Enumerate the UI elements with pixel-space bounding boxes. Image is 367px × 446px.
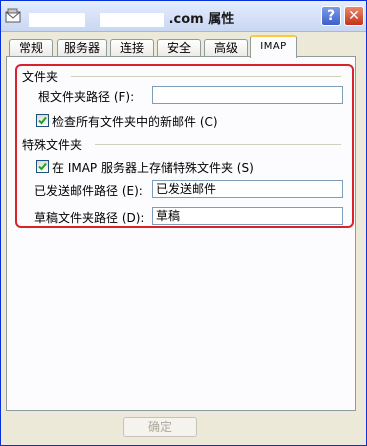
root-folder-path-label: 根文件夹路径 (F): [38,90,135,104]
sent-items-path-label: 已发送邮件路径 (E): [34,184,143,198]
drafts-path-label: 草稿文件夹路径 (D): [34,211,145,225]
ok-button[interactable]: 确定 [123,417,197,437]
window-title: .com 属性 [29,8,235,27]
folders-section-title: 文件夹 [22,70,59,84]
checkmark-icon [38,162,47,171]
tab-security[interactable]: 安全 [157,39,201,56]
redacted-domain [100,12,165,27]
sent-items-path-input[interactable]: 已发送邮件 [152,180,343,198]
help-button[interactable]: ? [321,6,341,26]
check-new-mail-checkbox[interactable] [36,114,49,127]
redacted-account [29,12,85,27]
help-icon: ? [326,8,336,24]
title-bar[interactable]: .com 属性 ? ✕ [1,1,366,32]
checkmark-icon [38,116,47,125]
store-special-folders-label[interactable]: 在 IMAP 服务器上存储特殊文件夹 (S) [52,159,254,176]
close-button[interactable]: ✕ [344,6,364,26]
properties-dialog: .com 属性 ? ✕ 常规 服务器 连接 安全 高级 IMAP 文件夹 根文件… [0,0,367,446]
tab-connection[interactable]: 连接 [110,39,154,56]
tab-advanced[interactable]: 高级 [204,39,248,56]
check-new-mail-label[interactable]: 检查所有文件夹中的新邮件 (C) [52,113,218,130]
tab-servers[interactable]: 服务器 [57,39,107,56]
mail-account-icon [5,8,23,24]
drafts-path-input[interactable]: 草稿 [152,207,343,225]
folders-section-divider [71,76,341,77]
tab-general[interactable]: 常规 [9,39,53,56]
store-special-folders-checkbox[interactable] [36,160,49,173]
special-folders-section-divider [95,144,341,145]
close-icon: ✕ [348,8,360,24]
tab-imap[interactable]: IMAP [250,35,297,58]
special-folders-section-title: 特殊文件夹 [22,138,83,152]
root-folder-path-input[interactable] [152,86,343,104]
window-title-suffix: .com 属性 [168,12,235,27]
